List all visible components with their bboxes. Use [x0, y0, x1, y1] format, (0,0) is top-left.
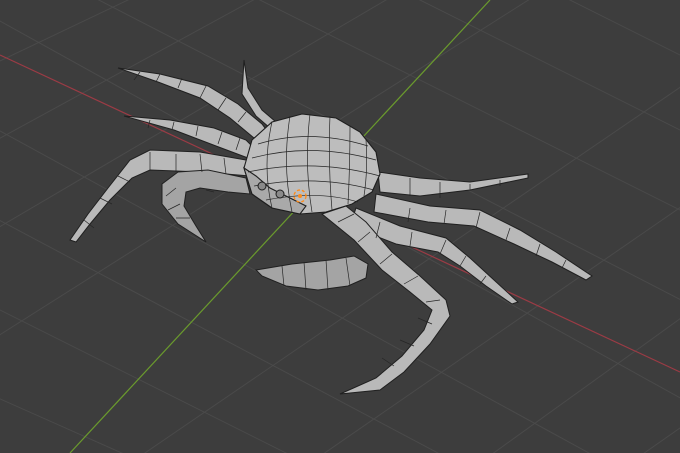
leg-right-1[interactable] — [377, 171, 529, 197]
claw-left[interactable] — [161, 169, 251, 243]
crab-mesh[interactable] — [69, 59, 593, 395]
origin-dot — [298, 194, 302, 198]
y-axis-line — [69, 0, 491, 453]
claw-right[interactable] — [254, 255, 369, 291]
leg-front-left[interactable] — [69, 149, 251, 243]
viewport-canvas[interactable] — [0, 0, 680, 453]
eye-right — [275, 189, 285, 199]
3d-viewport[interactable] — [0, 0, 680, 453]
eye-left — [257, 181, 267, 191]
